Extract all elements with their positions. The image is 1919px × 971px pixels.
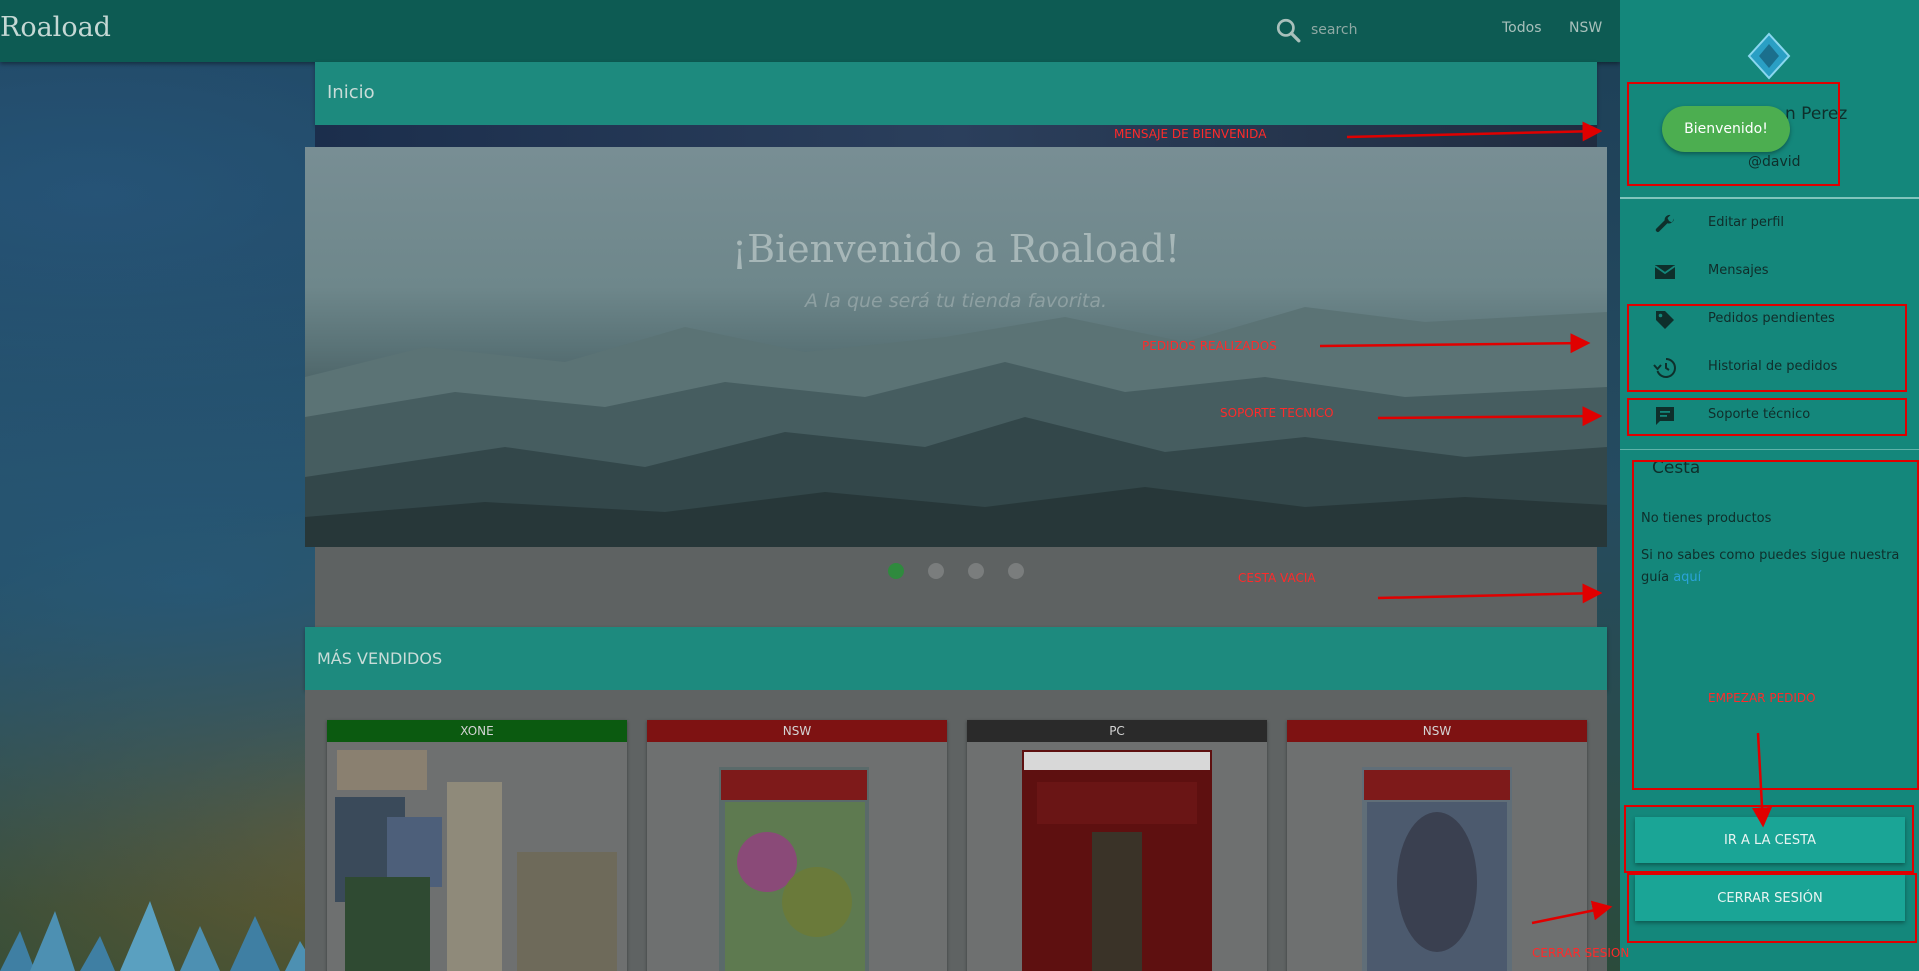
nav-link-nsw[interactable]: NSW <box>1569 20 1602 36</box>
annotation-label-orders: PEDIDOS REALIZADOS <box>1142 339 1277 353</box>
product-card[interactable]: PC <box>967 720 1267 971</box>
page-title: Inicio <box>327 82 375 103</box>
menu-item-pedidos-pendientes[interactable]: Pedidos pendientes <box>1620 296 1919 344</box>
product-cover-image <box>647 742 947 971</box>
menu-item-historial-pedidos[interactable]: Historial de pedidos <box>1620 344 1919 392</box>
hero-title: ¡Bienvenido a Roaload! <box>731 227 1181 271</box>
bestsellers-panel: MÁS VENDIDOS <box>305 627 1607 690</box>
menu-item-label: Editar perfil <box>1708 215 1785 230</box>
product-card[interactable]: XONE <box>327 720 627 971</box>
platform-tag: XONE <box>327 720 627 742</box>
wrench-icon <box>1655 214 1674 232</box>
products-grid: XONE NSW PC NSW <box>305 690 1607 971</box>
nav-link-todos[interactable]: Todos <box>1502 20 1541 36</box>
carousel-dot[interactable] <box>888 563 904 579</box>
hero-top-strip <box>315 125 1597 147</box>
history-icon <box>1653 358 1676 378</box>
brand-logo[interactable]: Roaload <box>0 12 111 43</box>
divider <box>1620 197 1919 199</box>
cart-empty-message: No tienes productos <box>1641 511 1772 526</box>
product-card[interactable]: NSW <box>647 720 947 971</box>
menu-item-label: Mensajes <box>1708 263 1769 278</box>
search-icon[interactable] <box>1275 17 1301 43</box>
platform-tag: PC <box>967 720 1267 742</box>
user-sidebar: n Perez Bienvenido! @david Editar perfil… <box>1620 0 1919 971</box>
top-navbar: Roaload Todos NSW <box>0 0 1620 62</box>
product-cover-image <box>327 742 627 971</box>
menu-item-label: Pedidos pendientes <box>1708 311 1835 326</box>
menu-item-label: Soporte técnico <box>1708 407 1811 422</box>
product-card[interactable]: NSW <box>1287 720 1587 971</box>
annotation-label-start-order: EMPEZAR PEDIDO <box>1708 691 1816 705</box>
hero-subtitle: A la que será tu tienda favorita. <box>804 290 1108 312</box>
annotation-label-welcome: MENSAJE DE BIENVENIDA <box>1114 127 1267 141</box>
carousel-indicators <box>315 547 1597 627</box>
menu-item-mensajes[interactable]: Mensajes <box>1620 248 1919 296</box>
profile-handle: @david <box>1748 154 1801 170</box>
cart-help-text: Si no sabes como puedes sigue nuestra gu… <box>1641 545 1901 589</box>
bestsellers-title: MÁS VENDIDOS <box>317 649 443 668</box>
menu-item-editar-perfil[interactable]: Editar perfil <box>1620 200 1919 248</box>
product-cover-image <box>1287 742 1587 971</box>
tag-icon <box>1656 311 1674 329</box>
platform-tag: NSW <box>1287 720 1587 742</box>
profile-name: n Perez <box>1785 104 1848 124</box>
diamond-logo-icon <box>1747 32 1791 80</box>
inicio-panel: Inicio <box>315 62 1597 125</box>
annotation-label-logout: CERRAR SESION <box>1532 946 1630 960</box>
platform-tag: NSW <box>647 720 947 742</box>
search-input[interactable] <box>1311 22 1461 38</box>
chat-icon <box>1656 407 1674 425</box>
menu-item-soporte-tecnico[interactable]: Soporte técnico <box>1620 392 1919 440</box>
carousel-dot[interactable] <box>968 563 984 579</box>
crystal-decoration <box>0 901 318 971</box>
hero-carousel-slide: ¡Bienvenido a Roaload! A la que será tu … <box>305 147 1607 547</box>
mail-icon <box>1654 265 1676 279</box>
annotation-label-support: SOPORTE TECNICO <box>1220 406 1334 420</box>
product-cover-image <box>967 742 1267 971</box>
guide-link[interactable]: aquí <box>1673 570 1701 585</box>
carousel-dot[interactable] <box>1008 563 1024 579</box>
carousel-dot[interactable] <box>928 563 944 579</box>
cart-title: Cesta <box>1652 458 1701 478</box>
go-to-cart-button[interactable]: IR A LA CESTA <box>1635 817 1905 863</box>
logout-button[interactable]: CERRAR SESIÓN <box>1635 875 1905 921</box>
annotation-label-cart-empty: CESTA VACIA <box>1238 571 1316 585</box>
welcome-button[interactable]: Bienvenido! <box>1662 106 1790 152</box>
divider <box>1620 449 1919 450</box>
menu-item-label: Historial de pedidos <box>1708 359 1838 374</box>
search-bar <box>1275 14 1461 46</box>
mountain-landscape-image <box>305 307 1607 547</box>
